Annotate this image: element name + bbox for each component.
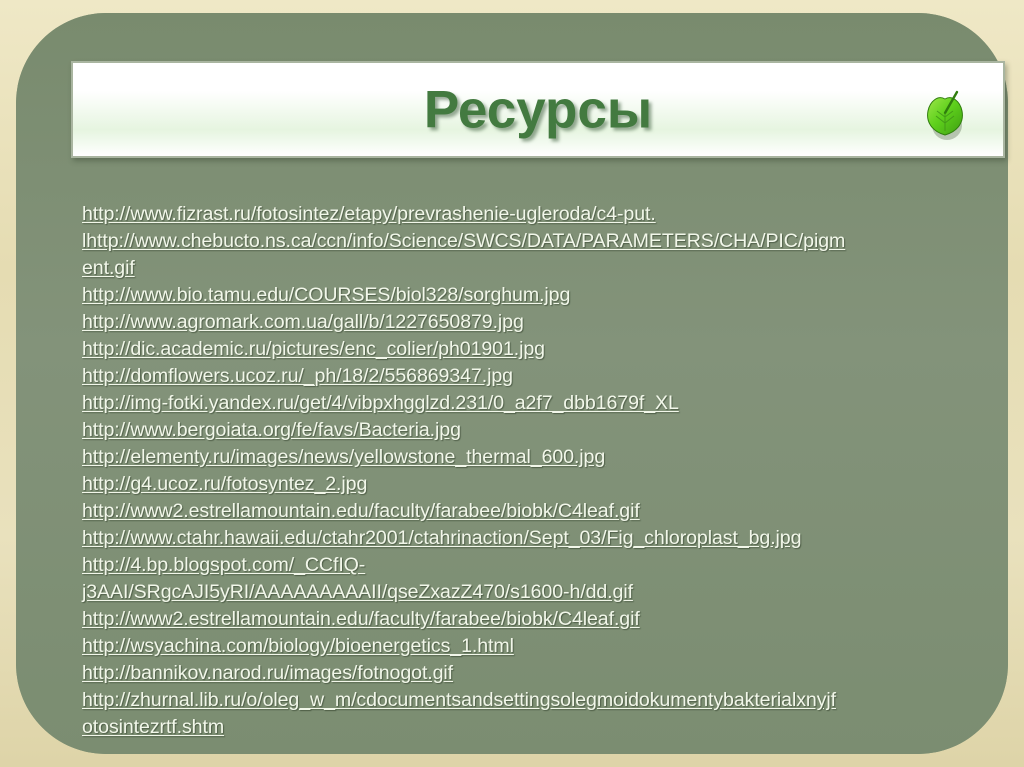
slide-content-panel: Ресурсы http://www.fizrast.ru/fotosintez… xyxy=(16,13,1008,754)
resource-link[interactable]: http://img-fotki.yandex.ru/get/4/vibpxhg… xyxy=(82,390,988,417)
resource-link[interactable]: http://zhurnal.lib.ru/o/oleg_w_m/cdocume… xyxy=(82,687,988,714)
resource-link[interactable]: http://elementy.ru/images/news/yellowsto… xyxy=(82,444,988,471)
resource-link[interactable]: http://dic.academic.ru/pictures/enc_coli… xyxy=(82,336,988,363)
resource-link[interactable]: http://www2.estrellamountain.edu/faculty… xyxy=(82,498,988,525)
leaf-icon xyxy=(923,83,967,143)
page-title: Ресурсы xyxy=(423,80,653,139)
resource-link[interactable]: lhttp://www.chebucto.ns.ca/ccn/info/Scie… xyxy=(82,228,988,255)
resource-link[interactable]: http://www.bergoiata.org/fe/favs/Bacteri… xyxy=(82,417,988,444)
resource-link[interactable]: http://domflowers.ucoz.ru/_ph/18/2/55686… xyxy=(82,363,988,390)
resource-link[interactable]: http://g4.ucoz.ru/fotosyntez_2.jpg xyxy=(82,471,988,498)
resource-link[interactable]: http://www.ctahr.hawaii.edu/ctahr2001/ct… xyxy=(82,525,988,552)
resource-link[interactable]: http://www.agromark.com.ua/gall/b/122765… xyxy=(82,309,988,336)
resource-link[interactable]: http://bannikov.narod.ru/images/fotnogot… xyxy=(82,660,988,687)
resource-link-continuation[interactable]: j3AAI/SRgcAJI5yRI/AAAAAAAAAII/qseZxazZ47… xyxy=(82,579,988,606)
slide-title-bar: Ресурсы xyxy=(71,61,1005,158)
resource-link[interactable]: http://4.bp.blogspot.com/_CCfIQ- xyxy=(82,552,988,579)
resource-link-continuation[interactable]: otosintezrtf.shtm xyxy=(82,714,988,741)
resource-link[interactable]: http://www2.estrellamountain.edu/faculty… xyxy=(82,606,988,633)
resources-link-list: http://www.fizrast.ru/fotosintez/etapy/p… xyxy=(82,201,988,741)
resource-link[interactable]: http://wsyachina.com/biology/bioenergeti… xyxy=(82,633,988,660)
resource-link-continuation[interactable]: ent.gif xyxy=(82,255,988,282)
presentation-slide: Ресурсы http://www.fizrast.ru/fotosintez… xyxy=(0,0,1024,767)
resource-link[interactable]: http://www.fizrast.ru/fotosintez/etapy/p… xyxy=(82,201,988,228)
resource-link[interactable]: http://www.bio.tamu.edu/COURSES/biol328/… xyxy=(82,282,988,309)
